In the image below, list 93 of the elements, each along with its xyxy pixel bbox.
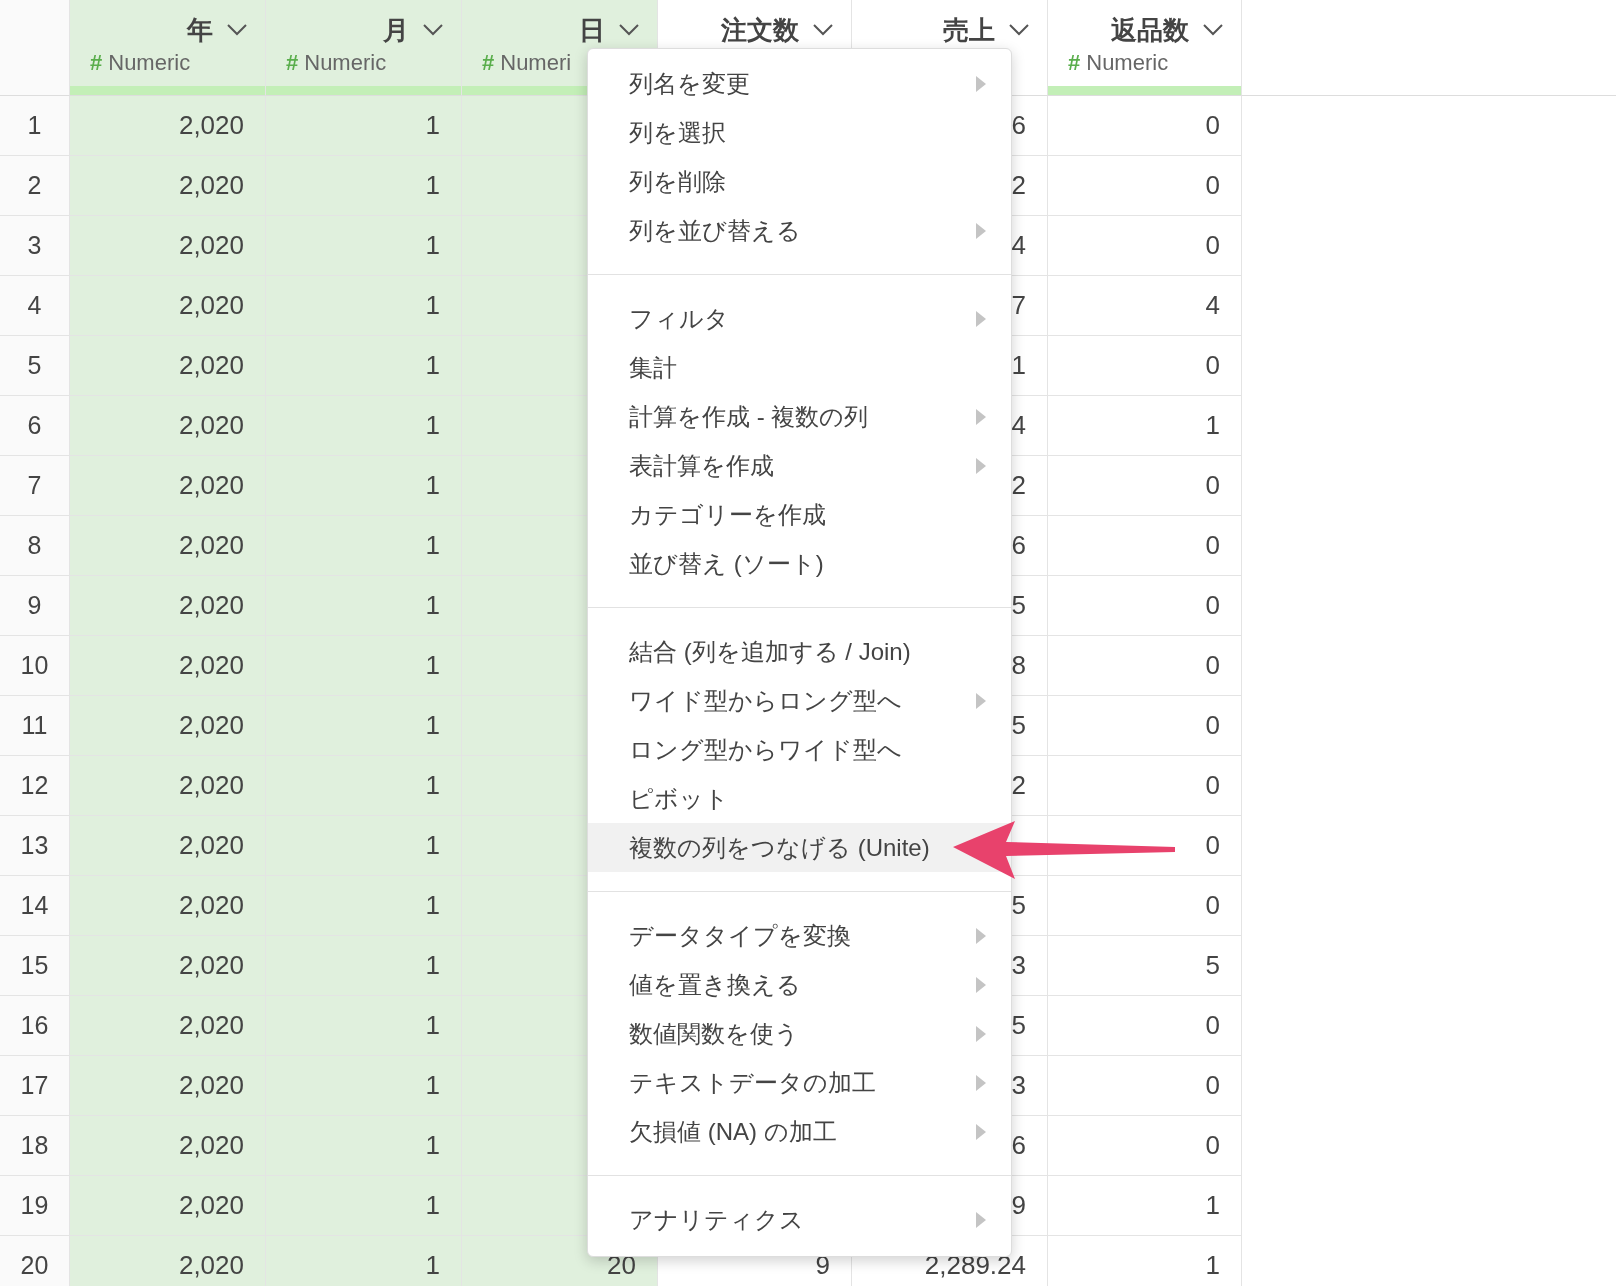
numeric-type-icon: #: [286, 50, 299, 76]
row-number: 3: [0, 216, 70, 276]
numeric-type-icon: #: [482, 50, 495, 76]
row-number: 17: [0, 1056, 70, 1116]
table-cell: 2,020: [70, 696, 266, 756]
table-cell: 1: [266, 576, 462, 636]
row-number: 7: [0, 456, 70, 516]
table-cell: 2,020: [70, 516, 266, 576]
column-name: 年: [187, 13, 213, 47]
table-cell: 0: [1048, 576, 1242, 636]
table-cell: 1: [266, 1176, 462, 1236]
table-cell: 1: [266, 816, 462, 876]
column-type: Numeric: [304, 50, 387, 76]
table-cell: 2,020: [70, 816, 266, 876]
column-name: 注文数: [721, 13, 799, 47]
column-name: 月: [383, 13, 409, 47]
table-cell: 5: [1048, 936, 1242, 996]
table-cell: 1: [266, 96, 462, 156]
row-number: 1: [0, 96, 70, 156]
table-cell: 0: [1048, 156, 1242, 216]
column-name: 返品数: [1111, 13, 1189, 47]
table-cell: 1: [266, 636, 462, 696]
table-cell: 0: [1048, 876, 1242, 936]
table-cell: 1: [266, 276, 462, 336]
table-cell: 1: [266, 756, 462, 816]
table-cell: 2,020: [70, 636, 266, 696]
table-cell: 0: [1048, 96, 1242, 156]
table-cell: 1: [266, 996, 462, 1056]
row-number: 16: [0, 996, 70, 1056]
table-cell: 0: [1048, 216, 1242, 276]
table-cell: 2,020: [70, 756, 266, 816]
row-number: 12: [0, 756, 70, 816]
table-cell: 2,020: [70, 876, 266, 936]
table-cell: 1: [1048, 396, 1242, 456]
table-cell: 1: [266, 336, 462, 396]
row-number: 4: [0, 276, 70, 336]
table-cell: 1: [266, 396, 462, 456]
table-cell: 0: [1048, 696, 1242, 756]
table-cell: 2,020: [70, 936, 266, 996]
table-cell: 0: [1048, 336, 1242, 396]
column-type: Numeri: [500, 50, 572, 76]
table-cell: 1: [266, 156, 462, 216]
column-name: 売上: [943, 13, 995, 47]
table-cell: 1: [266, 1056, 462, 1116]
row-number: 9: [0, 576, 70, 636]
table-cell: 1: [266, 456, 462, 516]
table-cell: 2,020: [70, 396, 266, 456]
table-cell: 0: [1048, 996, 1242, 1056]
table-cell: 0: [1048, 816, 1242, 876]
table-cell: 2,020: [70, 1176, 266, 1236]
row-number: 13: [0, 816, 70, 876]
numeric-type-icon: #: [90, 50, 103, 76]
table-cell: 0: [1048, 756, 1242, 816]
table-cell: 0: [1048, 1116, 1242, 1176]
table-cell: 2,020: [70, 96, 266, 156]
row-number: 15: [0, 936, 70, 996]
column-type: Numeric: [1086, 50, 1169, 76]
table-cell: 1: [266, 1116, 462, 1176]
row-number: 18: [0, 1116, 70, 1176]
table-cell: 4: [1048, 276, 1242, 336]
row-number: 14: [0, 876, 70, 936]
table-cell: 0: [1048, 1056, 1242, 1116]
row-number: 10: [0, 636, 70, 696]
table-cell: 2,020: [70, 1236, 266, 1286]
row-number: 11: [0, 696, 70, 756]
table-cell: 1: [266, 216, 462, 276]
row-number: 5: [0, 336, 70, 396]
row-number: 2: [0, 156, 70, 216]
table-cell: 1: [266, 1236, 462, 1286]
table-cell: 2,020: [70, 216, 266, 276]
table-cell: 2,020: [70, 276, 266, 336]
row-number: 20: [0, 1236, 70, 1286]
table-cell: 1: [266, 936, 462, 996]
table-cell: 2,020: [70, 996, 266, 1056]
table-cell: 1: [266, 516, 462, 576]
table-cell: 2,020: [70, 156, 266, 216]
table-cell: 0: [1048, 636, 1242, 696]
column-name: 日: [579, 13, 605, 47]
column-type: Numeric: [108, 50, 191, 76]
row-number: 6: [0, 396, 70, 456]
table-cell: 0: [1048, 456, 1242, 516]
table-cell: 0: [1048, 516, 1242, 576]
row-number: 8: [0, 516, 70, 576]
table-cell: 1: [1048, 1176, 1242, 1236]
numeric-type-icon: #: [1068, 50, 1081, 76]
table-cell: 2,020: [70, 1116, 266, 1176]
table-cell: 2,020: [70, 456, 266, 516]
table-cell: 2,020: [70, 336, 266, 396]
table-cell: 2,020: [70, 1056, 266, 1116]
row-number: 19: [0, 1176, 70, 1236]
table-cell: 1: [266, 696, 462, 756]
table-cell: 2,020: [70, 576, 266, 636]
table-cell: 1: [266, 876, 462, 936]
